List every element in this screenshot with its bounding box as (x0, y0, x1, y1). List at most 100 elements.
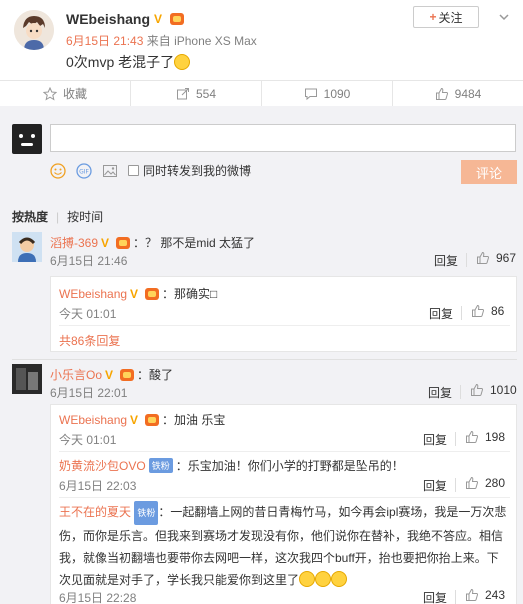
comment-text: ：？ 那不是mid 太猛了 (133, 236, 256, 250)
reply-box: WEbeishang V ：加油 乐宝 今天 01:01 回复 198 奶黄流沙… (50, 404, 517, 604)
my-avatar[interactable] (12, 124, 42, 154)
comment-like-button[interactable]: 1010 (470, 383, 517, 397)
comment-input[interactable] (50, 124, 516, 152)
comment-time: 6月15日 22:01 (50, 386, 128, 400)
plus-icon: + (429, 10, 437, 24)
more-replies-link[interactable]: 共86条回复 (59, 332, 120, 349)
star-icon (42, 86, 57, 101)
member-crown-icon (116, 236, 131, 249)
reply-button[interactable]: 回复 (434, 252, 458, 269)
repost-count: 554 (195, 86, 217, 101)
reply-author[interactable]: WEbeishang (59, 287, 127, 301)
reply-time: 今天 01:01 (59, 433, 117, 447)
reply-author[interactable]: 奶黄流沙包OVO (59, 457, 146, 474)
reply-like-count: 198 (485, 430, 506, 444)
reply-like-button[interactable]: 243 (465, 588, 505, 602)
reply-button[interactable]: 回复 (423, 431, 447, 448)
svg-text:GIF: GIF (79, 168, 89, 175)
reply-divider (59, 325, 510, 326)
action-divider (460, 385, 461, 399)
thumbs-up-icon (466, 430, 479, 443)
reply-like-button[interactable]: 280 (465, 476, 505, 490)
reply-like-count: 86 (491, 304, 505, 318)
action-divider (461, 306, 462, 320)
reply-time: 6月15日 22:03 (59, 479, 137, 493)
commenter-avatar[interactable] (12, 232, 42, 262)
reply-body: 王不在的夏天 铁粉 ：一起翻墙上网的昔日青梅竹马，如今再会ipl赛场，我是一万次悲… (59, 501, 509, 591)
reply-time: 今天 01:01 (59, 307, 117, 321)
like-button[interactable]: 9484 (393, 81, 523, 106)
comment-header: 小乐言Oo V ：酸了 (50, 366, 173, 383)
sort-divider: | (56, 209, 60, 224)
follow-label: 关注 (438, 10, 463, 25)
favorite-button[interactable]: 收藏 (0, 81, 131, 106)
action-divider (466, 253, 467, 267)
action-divider (455, 478, 456, 492)
action-divider (455, 432, 456, 446)
thumbs-up-icon (472, 304, 485, 317)
submit-comment-button[interactable]: 评论 (461, 160, 517, 184)
reply-text: ：加油 乐宝 (162, 413, 226, 427)
reply-button[interactable]: 回复 (429, 305, 453, 322)
post-time[interactable]: 6月15日 21:43 (66, 34, 143, 48)
reply-text: ：那确实□ (162, 287, 218, 301)
composer-tools: GIF 同时转发到我的微博 (50, 162, 251, 179)
sad-emoji-icon (331, 571, 348, 587)
post-text: 0次mvp 老混子了 (66, 52, 191, 72)
author-avatar[interactable] (14, 10, 54, 50)
post-meta: 6月15日 21:43 来自 iPhone XS Max (66, 32, 257, 49)
thumbs-up-icon (435, 87, 448, 100)
reply-box: WEbeishang V ：那确实□ 今天 01:01 回复 86 共86条回复 (50, 276, 517, 352)
commenter-name[interactable]: 小乐言Oo (50, 366, 102, 383)
chevron-down-icon[interactable] (499, 12, 509, 22)
comment-count: 1090 (323, 86, 351, 101)
post-source: 来自 iPhone XS Max (146, 34, 257, 48)
image-icon[interactable] (102, 163, 118, 179)
commenter-name[interactable]: 滔搏-369 (50, 234, 98, 251)
emoji-icon[interactable] (50, 162, 66, 179)
gif-icon[interactable]: GIF (76, 162, 92, 179)
thumbs-up-icon (477, 251, 490, 264)
repost-checkbox[interactable] (128, 165, 139, 176)
smirk-emoji-icon (174, 54, 191, 70)
reply-author[interactable]: 王不在的夏天 (59, 505, 131, 519)
comment-divider (12, 359, 517, 360)
fan-badge: 铁粉 (148, 458, 173, 473)
comment-section: GIF 同时转发到我的微博 评论 按热度 | 按时间 滔搏-369 V ：？ 那… (0, 106, 523, 604)
sort-by-time[interactable]: 按时间 (67, 208, 103, 225)
reply-like-button[interactable]: 86 (471, 304, 504, 318)
author-name[interactable]: WEbeishang (66, 11, 150, 27)
repost-button[interactable]: 554 (131, 81, 262, 106)
reply-like-button[interactable]: 198 (465, 430, 505, 444)
action-divider (455, 590, 456, 604)
repost-checkbox-label[interactable]: 同时转发到我的微博 (143, 162, 251, 179)
verified-icon: V (101, 235, 110, 250)
member-crown-icon (120, 368, 135, 381)
reply-header: WEbeishang V ：那确实□ (59, 285, 217, 302)
post-header: WEbeishang V 6月15日 21:43 来自 iPhone XS Ma… (0, 0, 523, 80)
sort-by-hot[interactable]: 按热度 (12, 208, 48, 225)
post-text-content: 0次mvp 老混子了 (66, 54, 175, 70)
repost-icon (176, 87, 189, 99)
reply-button[interactable]: 回复 (423, 589, 447, 604)
verified-icon: V (154, 12, 163, 26)
follow-button[interactable]: + 关注 (413, 6, 479, 28)
member-crown-icon (170, 13, 185, 25)
reply-button[interactable]: 回复 (423, 477, 447, 494)
comment-like-count: 1010 (490, 383, 517, 397)
favorite-label: 收藏 (62, 87, 87, 101)
comment-like-button[interactable]: 967 (476, 251, 516, 265)
verified-icon: V (130, 286, 139, 301)
reply-header: WEbeishang V ：加油 乐宝 (59, 411, 225, 428)
comment-button[interactable]: 1090 (262, 81, 393, 112)
commenter-avatar[interactable] (12, 364, 42, 394)
like-count: 9484 (454, 86, 482, 101)
fan-badge: 铁粉 (134, 501, 159, 525)
thumbs-up-icon (466, 588, 479, 601)
sad-emoji-icon (299, 571, 316, 587)
verified-icon: V (130, 412, 139, 427)
member-crown-icon (145, 413, 160, 426)
thumbs-up-icon (471, 383, 484, 396)
reply-author[interactable]: WEbeishang (59, 413, 127, 427)
reply-button[interactable]: 回复 (428, 384, 452, 401)
